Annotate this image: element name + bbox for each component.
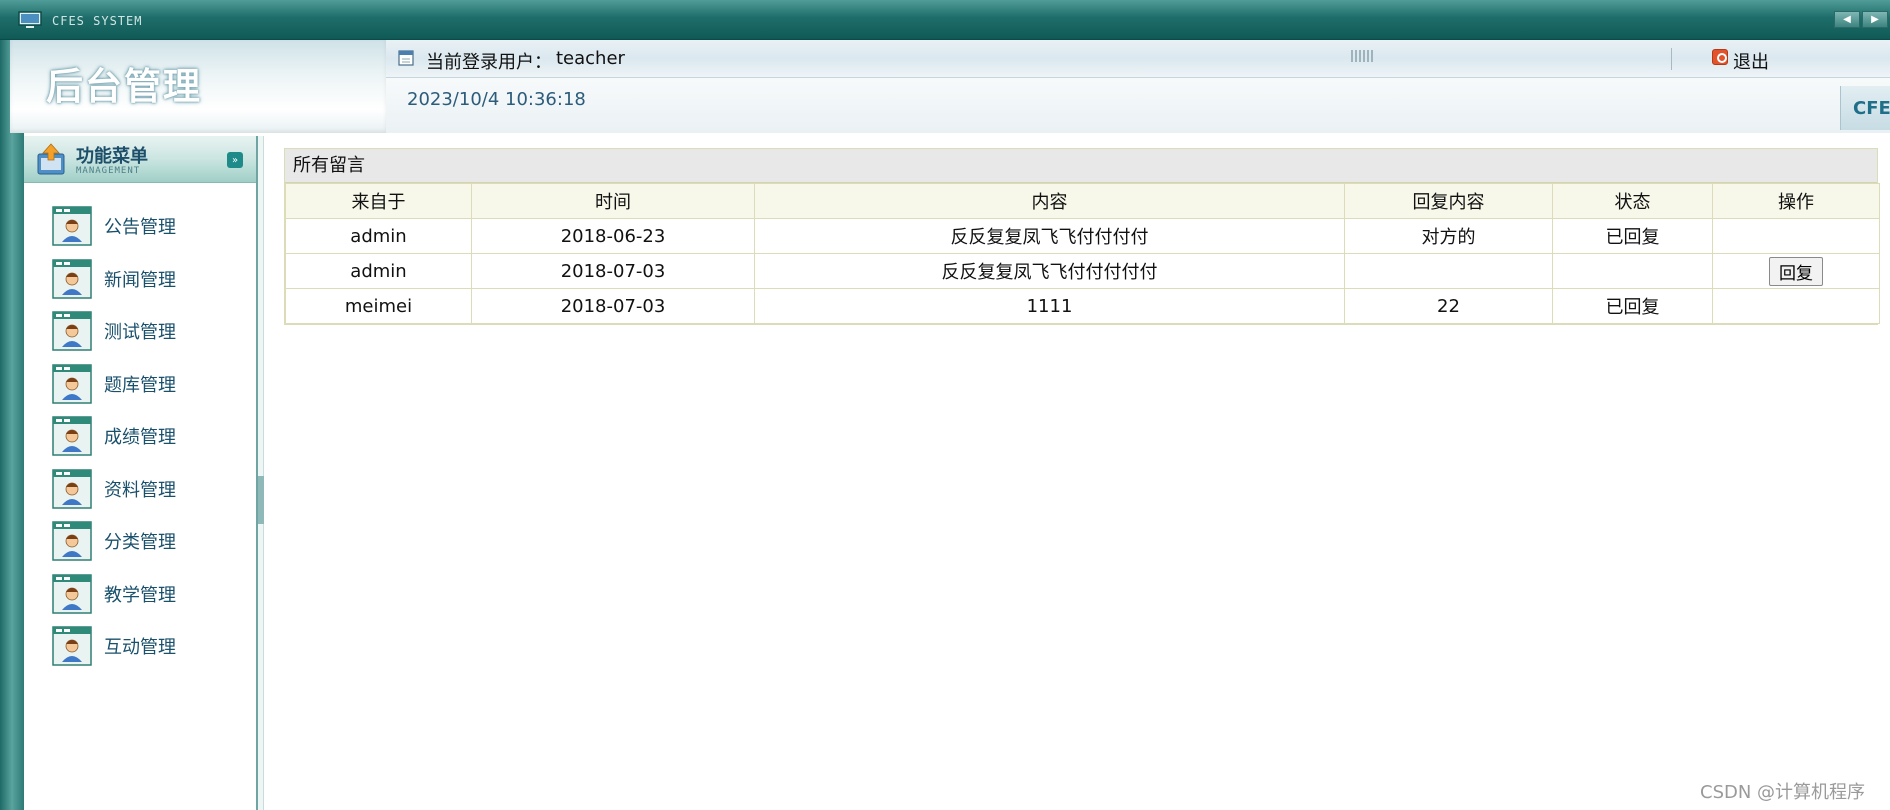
cell-time: 2018-07-03 <box>471 288 755 324</box>
upload-box-icon <box>37 143 65 175</box>
cell-time: 2018-06-23 <box>471 218 755 254</box>
user-card-icon <box>52 626 92 666</box>
power-icon[interactable] <box>1712 49 1728 65</box>
scroll-left-button[interactable]: ◀ <box>1834 11 1860 28</box>
sidebar-item[interactable]: 资料管理 <box>52 467 242 511</box>
scroll-right-button[interactable]: ▶ <box>1862 11 1888 28</box>
column-header-reply: 回复内容 <box>1344 183 1553 219</box>
sidebar-item[interactable]: 成绩管理 <box>52 414 242 458</box>
cell-reply: 22 <box>1344 288 1553 324</box>
column-header-action: 操作 <box>1712 183 1880 219</box>
messages-table: 来自于 时间 内容 回复内容 状态 操作 admin 2018-06-23 反反… <box>285 183 1880 324</box>
sidebar-item-label: 题库管理 <box>104 374 176 396</box>
sidebar-item[interactable]: 测试管理 <box>52 309 242 353</box>
sidebar-item[interactable]: 教学管理 <box>52 572 242 616</box>
sidebar-item-label: 资料管理 <box>104 479 176 501</box>
table-row: admin 2018-07-03 反反复复凤飞飞付付付付付 回复 <box>285 253 1880 289</box>
sidebar-item[interactable]: 新闻管理 <box>52 257 242 301</box>
main-content: 所有留言 来自于 时间 内容 回复内容 状态 操作 admin 2018-06-… <box>264 136 1890 810</box>
user-card-icon <box>52 363 92 404</box>
user-card-icon <box>52 258 92 299</box>
date-bar: 2023/10/4 10:36:18 CFES <box>386 78 1890 133</box>
cell-action <box>1712 218 1880 254</box>
brand-title: 后台管理 <box>46 65 202 108</box>
cell-status: 已回复 <box>1552 288 1713 324</box>
cell-content: 反反复复凤飞飞付付付付 <box>754 218 1345 254</box>
table-row: admin 2018-06-23 反反复复凤飞飞付付付付 对方的 已回复 <box>285 218 1880 254</box>
user-card-icon <box>52 521 92 561</box>
column-header-content: 内容 <box>754 183 1345 219</box>
window-title: CFES SYSTEM <box>52 14 143 28</box>
watermark: CSDN @计算机程序 <box>1700 782 1866 803</box>
user-card-icon <box>52 468 92 509</box>
title-bar: CFES SYSTEM ◀ ▶ <box>0 0 1890 40</box>
menu-subtitle: MANAGEMENT <box>76 166 141 176</box>
table-header-row: 来自于 时间 内容 回复内容 状态 操作 <box>285 183 1880 219</box>
sidebar-item[interactable]: 互动管理 <box>52 624 242 668</box>
window-icon <box>398 50 414 66</box>
cell-from: meimei <box>285 288 472 324</box>
header: 后台管理 当前登录用户： teacher 退出 2023/10/4 10:36:… <box>10 40 1890 133</box>
table-row: meimei 2018-07-03 1111 22 已回复 <box>285 288 1880 324</box>
cell-content: 反反复复凤飞飞付付付付付 <box>754 253 1345 289</box>
cell-time: 2018-07-03 <box>471 253 755 289</box>
sidebar-item-label: 互动管理 <box>104 637 176 658</box>
user-bar: 当前登录用户： teacher 退出 <box>386 40 1890 78</box>
cell-reply: 对方的 <box>1344 218 1553 254</box>
sidebar-item-label: 分类管理 <box>104 532 176 553</box>
column-header-status: 状态 <box>1552 183 1713 219</box>
cell-status: 已回复 <box>1552 218 1713 254</box>
sidebar-item-label: 教学管理 <box>104 584 176 606</box>
left-frame-strip <box>0 40 24 810</box>
sidebar-item[interactable]: 分类管理 <box>52 519 242 563</box>
sidebar-item-label: 公告管理 <box>104 217 176 238</box>
user-card-icon <box>52 416 92 456</box>
corner-logo: CFES <box>1840 86 1890 130</box>
current-user-label: 当前登录用户： <box>426 52 552 73</box>
current-datetime: 2023/10/4 10:36:18 <box>407 89 586 110</box>
header-divider <box>1671 48 1672 70</box>
user-card-icon <box>52 573 92 614</box>
panel-title: 所有留言 <box>285 149 1877 183</box>
messages-panel: 所有留言 来自于 时间 内容 回复内容 状态 操作 admin 2018-06-… <box>284 148 1880 325</box>
sidebar-item[interactable]: 公告管理 <box>52 204 242 248</box>
brand-area: 后台管理 <box>10 40 386 133</box>
current-user-name: teacher <box>556 48 625 69</box>
user-card-icon <box>52 311 92 351</box>
logout-link[interactable]: 退出 <box>1733 48 1769 74</box>
column-header-from: 来自于 <box>285 183 472 219</box>
cell-content: 1111 <box>754 288 1345 324</box>
sidebar-item-label: 测试管理 <box>104 322 176 343</box>
cell-from: admin <box>285 218 472 254</box>
chevron-double-down-icon[interactable]: » <box>227 152 243 168</box>
user-card-icon <box>52 206 92 246</box>
menu-title: 功能菜单 <box>76 146 148 167</box>
corner-logo-text: CFES <box>1853 98 1890 119</box>
cell-from: admin <box>285 253 472 289</box>
sidebar: 功能菜单 MANAGEMENT » 公告管理新闻管理测试管理题库管理成绩管理资料… <box>24 136 258 810</box>
menu-header: 功能菜单 MANAGEMENT » <box>24 136 256 183</box>
cell-status <box>1552 253 1713 289</box>
sidebar-item-label: 成绩管理 <box>104 427 176 448</box>
app-window: CFES SYSTEM ◀ ▶ 后台管理 当前登录用户： teacher 退出 … <box>0 0 1890 810</box>
sidebar-item[interactable]: 题库管理 <box>52 362 242 406</box>
cell-reply <box>1344 253 1553 289</box>
cell-action <box>1712 288 1880 324</box>
column-header-time: 时间 <box>471 183 755 219</box>
monitor-icon <box>18 11 42 28</box>
cell-action: 回复 <box>1712 253 1880 289</box>
sidebar-item-label: 新闻管理 <box>104 269 176 291</box>
reply-button[interactable]: 回复 <box>1769 256 1823 286</box>
grip-handle <box>1351 50 1373 62</box>
